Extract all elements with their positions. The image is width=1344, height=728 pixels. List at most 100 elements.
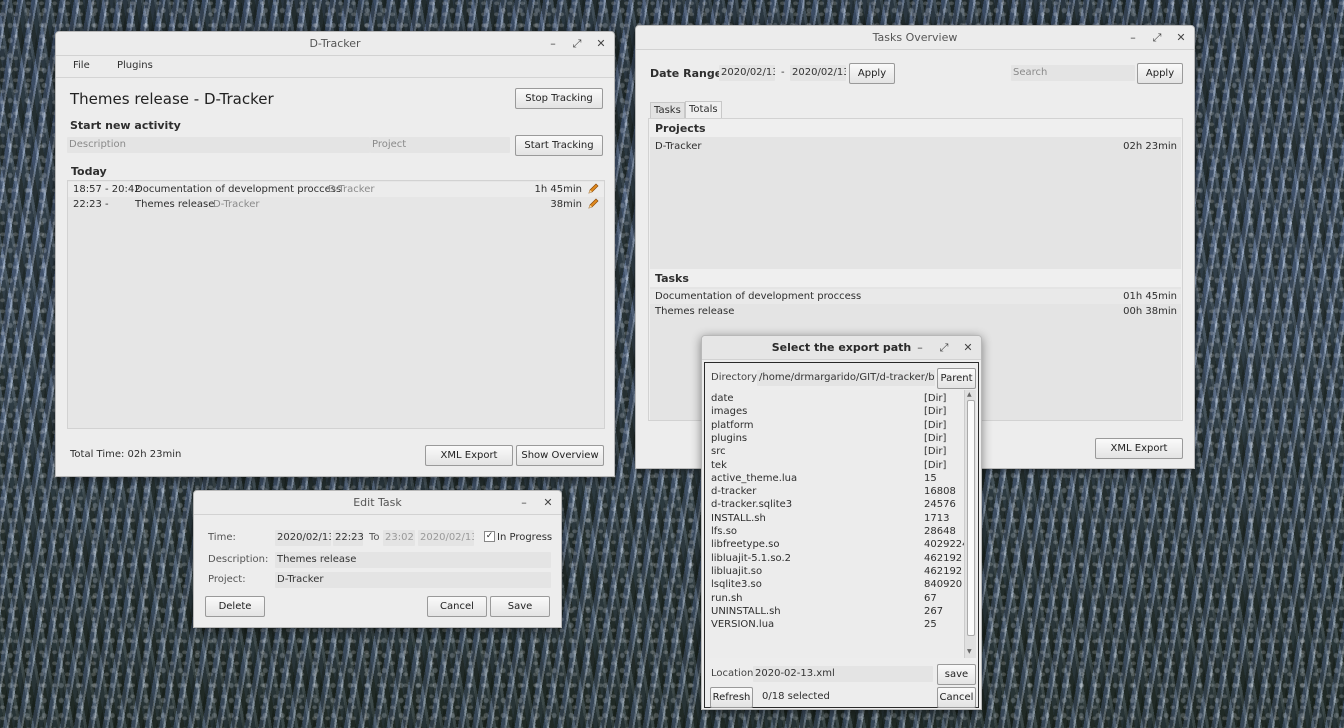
file-row[interactable]: d-tracker 16808: [707, 485, 963, 498]
directory-label: Directory: [711, 372, 758, 383]
file-row[interactable]: src [Dir]: [707, 445, 963, 458]
file-row[interactable]: lfs.so 28648: [707, 525, 963, 538]
file-info: 4029224: [924, 539, 969, 551]
file-row[interactable]: platform [Dir]: [707, 419, 963, 432]
file-info: [Dir]: [924, 406, 947, 418]
xml-export-button[interactable]: XML Export: [425, 445, 513, 466]
projects-list: D-Tracker 02h 23min: [650, 137, 1181, 269]
file-row[interactable]: VERSION.lua 25: [707, 618, 963, 631]
start-tracking-button[interactable]: Start Tracking: [515, 135, 603, 156]
file-info: 462192: [924, 552, 963, 564]
apply-date-button[interactable]: Apply: [849, 63, 895, 84]
close-icon[interactable]: ✕: [594, 37, 608, 51]
date-to-input[interactable]: 2020/02/13: [790, 65, 846, 81]
tab-totals[interactable]: Totals: [685, 101, 722, 118]
file-row[interactable]: INSTALL.sh 1713: [707, 512, 963, 525]
activity-row[interactable]: 22:23 - Themes release D-Tracker 38min: [68, 197, 604, 212]
minimize-icon[interactable]: –: [546, 37, 560, 51]
end-time-input[interactable]: 23:02: [383, 530, 415, 546]
file-name: images: [711, 406, 748, 418]
in-progress-checkbox[interactable]: ✓: [484, 531, 495, 542]
edit-pencil-icon[interactable]: [587, 198, 599, 210]
scrollbar-thumb[interactable]: [967, 400, 975, 636]
file-row[interactable]: libluajit.so 462192: [707, 565, 963, 578]
project-row[interactable]: D-Tracker 02h 23min: [650, 139, 1181, 154]
task-row[interactable]: Documentation of development proccess 01…: [650, 289, 1181, 304]
file-name: d-tracker.sqlite3: [711, 499, 793, 511]
edit-task-titlebar[interactable]: Edit Task – ✕: [194, 491, 561, 515]
project-input[interactable]: Project: [370, 137, 510, 153]
file-name: INSTALL.sh: [711, 512, 766, 524]
minimize-icon[interactable]: –: [517, 496, 531, 510]
date-from-input[interactable]: 2020/02/13: [719, 65, 775, 81]
file-name: lfs.so: [711, 526, 738, 537]
file-list-scrollbar[interactable]: ▲ ▼: [964, 390, 976, 658]
file-row[interactable]: lsqlite3.so 840920: [707, 578, 963, 591]
today-label: Today: [71, 165, 107, 178]
project-field[interactable]: D-Tracker: [275, 572, 551, 588]
file-row[interactable]: libfreetype.so 4029224: [707, 538, 969, 551]
save-button[interactable]: Save: [490, 596, 550, 617]
maximize-icon[interactable]: ⤢: [1150, 31, 1164, 45]
file-row[interactable]: UNINSTALL.sh 267: [707, 605, 963, 618]
export-titlebar[interactable]: Select the export path – ⤢ ✕: [702, 336, 981, 360]
cancel-export-button[interactable]: Cancel: [937, 687, 976, 708]
scroll-down-icon[interactable]: ▼: [967, 648, 972, 655]
file-row[interactable]: date [Dir]: [707, 392, 963, 405]
menu-file[interactable]: File: [73, 60, 90, 71]
start-time-input[interactable]: 22:23: [333, 530, 363, 546]
save-export-button[interactable]: save: [937, 664, 976, 685]
d-tracker-titlebar[interactable]: D-Tracker – ⤢ ✕: [56, 32, 614, 56]
activity-project: D-Tracker: [213, 199, 260, 210]
file-info: 24576: [924, 499, 956, 511]
parent-button[interactable]: Parent: [937, 368, 976, 389]
end-date-input[interactable]: 2020/02/13: [418, 530, 474, 546]
close-icon[interactable]: ✕: [961, 341, 975, 355]
delete-button[interactable]: Delete: [205, 596, 265, 617]
file-row[interactable]: tek [Dir]: [707, 459, 963, 472]
start-date-input[interactable]: 2020/02/13: [275, 530, 331, 546]
file-name: plugins: [711, 432, 748, 444]
file-row[interactable]: d-tracker.sqlite3 24576: [707, 498, 963, 511]
cancel-button[interactable]: Cancel: [427, 596, 487, 617]
activity-row[interactable]: 18:57 - 20:42 Documentation of developme…: [68, 182, 604, 197]
file-row[interactable]: active_theme.lua 15: [707, 472, 963, 485]
overview-xml-export-button[interactable]: XML Export: [1095, 438, 1183, 459]
close-icon[interactable]: ✕: [1174, 31, 1188, 45]
description-field[interactable]: Themes release: [275, 552, 551, 568]
description-input[interactable]: Description: [67, 137, 370, 153]
location-input[interactable]: 2020-02-13.xml: [753, 666, 933, 682]
file-row[interactable]: images [Dir]: [707, 405, 963, 418]
selection-status: 0/18 selected: [762, 691, 830, 702]
file-name: platform: [711, 419, 754, 431]
apply-search-button[interactable]: Apply: [1137, 63, 1183, 84]
maximize-icon[interactable]: ⤢: [937, 341, 951, 355]
scroll-up-icon[interactable]: ▲: [967, 391, 972, 398]
show-overview-button[interactable]: Show Overview: [516, 445, 604, 466]
overview-titlebar[interactable]: Tasks Overview – ⤢ ✕: [636, 26, 1194, 50]
task-row[interactable]: Themes release 00h 38min: [650, 304, 1181, 319]
file-row[interactable]: run.sh 67: [707, 592, 963, 605]
file-info: 840920: [924, 579, 963, 591]
file-info: [Dir]: [924, 459, 947, 471]
description-placeholder: Description: [69, 139, 126, 150]
file-row[interactable]: plugins [Dir]: [707, 432, 963, 445]
directory-input[interactable]: /home/drmargarido/GIT/d-tracker/build: [757, 370, 935, 386]
project-label: Project:: [208, 574, 246, 585]
search-input[interactable]: Search: [1011, 65, 1135, 81]
minimize-icon[interactable]: –: [1126, 31, 1140, 45]
refresh-button[interactable]: Refresh: [710, 687, 753, 708]
file-name: date: [711, 393, 734, 404]
file-row[interactable]: libluajit-5.1.so.2 462192: [707, 552, 963, 565]
activity-duration: 1h 45min: [534, 184, 582, 195]
tab-tasks[interactable]: Tasks: [650, 102, 685, 118]
minimize-icon[interactable]: –: [913, 341, 927, 355]
stop-tracking-button[interactable]: Stop Tracking: [515, 88, 603, 109]
description-label: Description:: [208, 554, 269, 565]
edit-pencil-icon[interactable]: [587, 183, 599, 195]
close-icon[interactable]: ✕: [541, 496, 555, 510]
file-info: 67: [924, 592, 937, 604]
task-total: 00h 38min: [1123, 306, 1177, 317]
menu-plugins[interactable]: Plugins: [117, 60, 153, 71]
maximize-icon[interactable]: ⤢: [570, 37, 584, 51]
